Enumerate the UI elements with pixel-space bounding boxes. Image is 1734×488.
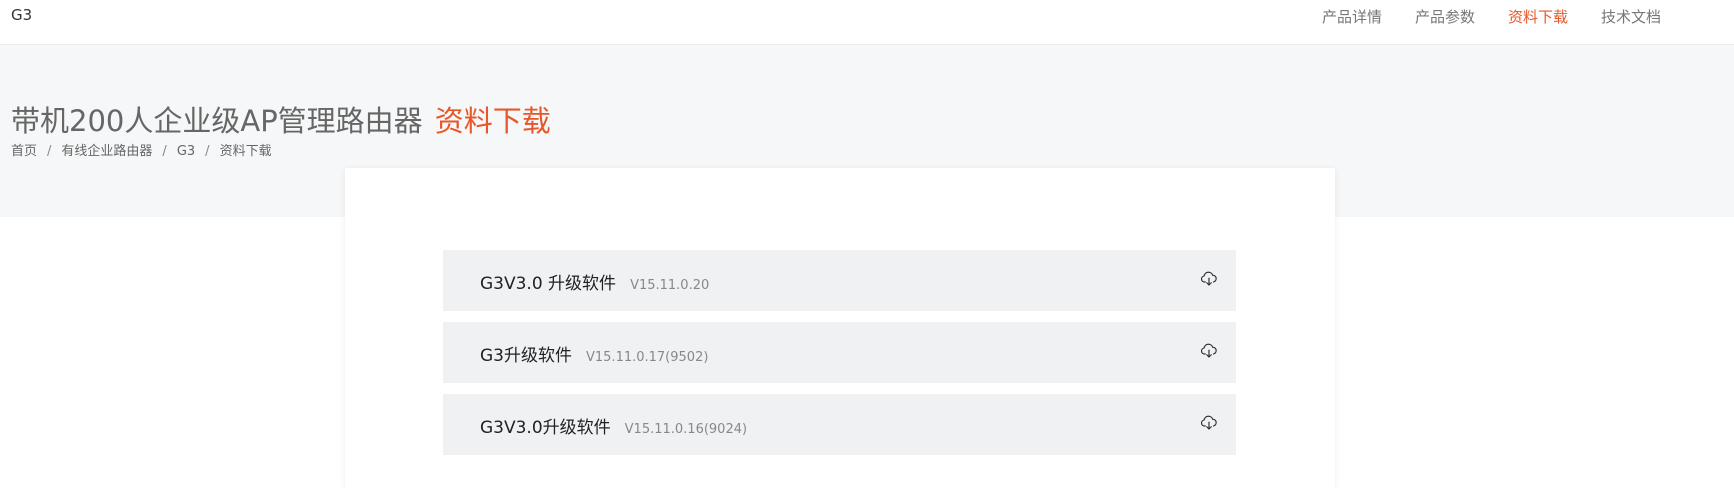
download-item[interactable]: G3升级软件 V15.11.0.17(9502)	[443, 322, 1236, 383]
breadcrumb-category[interactable]: 有线企业路由器	[61, 144, 152, 159]
breadcrumb-home[interactable]: 首页	[11, 144, 37, 159]
breadcrumb-current: 资料下载	[219, 144, 272, 159]
nav-product-specs[interactable]: 产品参数	[1415, 6, 1475, 27]
breadcrumb-separator: /	[205, 144, 210, 159]
download-version: V15.11.0.16(9024)	[624, 422, 748, 437]
breadcrumb-separator: /	[47, 144, 52, 159]
top-navbar: G3 产品详情 产品参数 资料下载 技术文档	[0, 0, 1734, 45]
download-version: V15.11.0.17(9502)	[586, 350, 709, 365]
download-list: G3V3.0 升级软件 V15.11.0.20 G3升级软件 V15.11.0.17…	[443, 250, 1236, 466]
page-title-section: 资料下载	[434, 104, 551, 138]
breadcrumb-product[interactable]: G3	[177, 144, 195, 159]
download-name: G3V3.0升级软件 V15.11.0.16(9024)	[480, 418, 748, 438]
page-title-product: 带机200人企业级AP管理路由器	[11, 104, 423, 138]
downloads-card: G3V3.0 升级软件 V15.11.0.20 G3升级软件 V15.11.0.17…	[345, 168, 1335, 488]
download-version: V15.11.0.20	[630, 278, 710, 293]
download-name: G3V3.0 升级软件 V15.11.0.20	[480, 274, 710, 294]
nav-product-details[interactable]: 产品详情	[1322, 6, 1382, 27]
download-name: G3升级软件 V15.11.0.17(9502)	[480, 346, 709, 366]
download-item[interactable]: G3V3.0升级软件 V15.11.0.16(9024)	[443, 394, 1236, 455]
cloud-download-icon[interactable]	[1200, 342, 1218, 360]
cloud-download-icon[interactable]	[1200, 414, 1218, 432]
page-title: 带机200人企业级AP管理路由器 资料下载	[11, 98, 551, 140]
nav-tech-docs[interactable]: 技术文档	[1601, 6, 1661, 27]
breadcrumb: 首页 / 有线企业路由器 / G3 / 资料下载	[11, 140, 272, 159]
brand-logo[interactable]: G3	[11, 6, 32, 24]
cloud-download-icon[interactable]	[1200, 270, 1218, 288]
nav-downloads[interactable]: 资料下载	[1508, 6, 1568, 27]
download-item[interactable]: G3V3.0 升级软件 V15.11.0.20	[443, 250, 1236, 311]
breadcrumb-separator: /	[162, 144, 167, 159]
product-nav: 产品详情 产品参数 资料下载 技术文档	[1322, 6, 1694, 27]
